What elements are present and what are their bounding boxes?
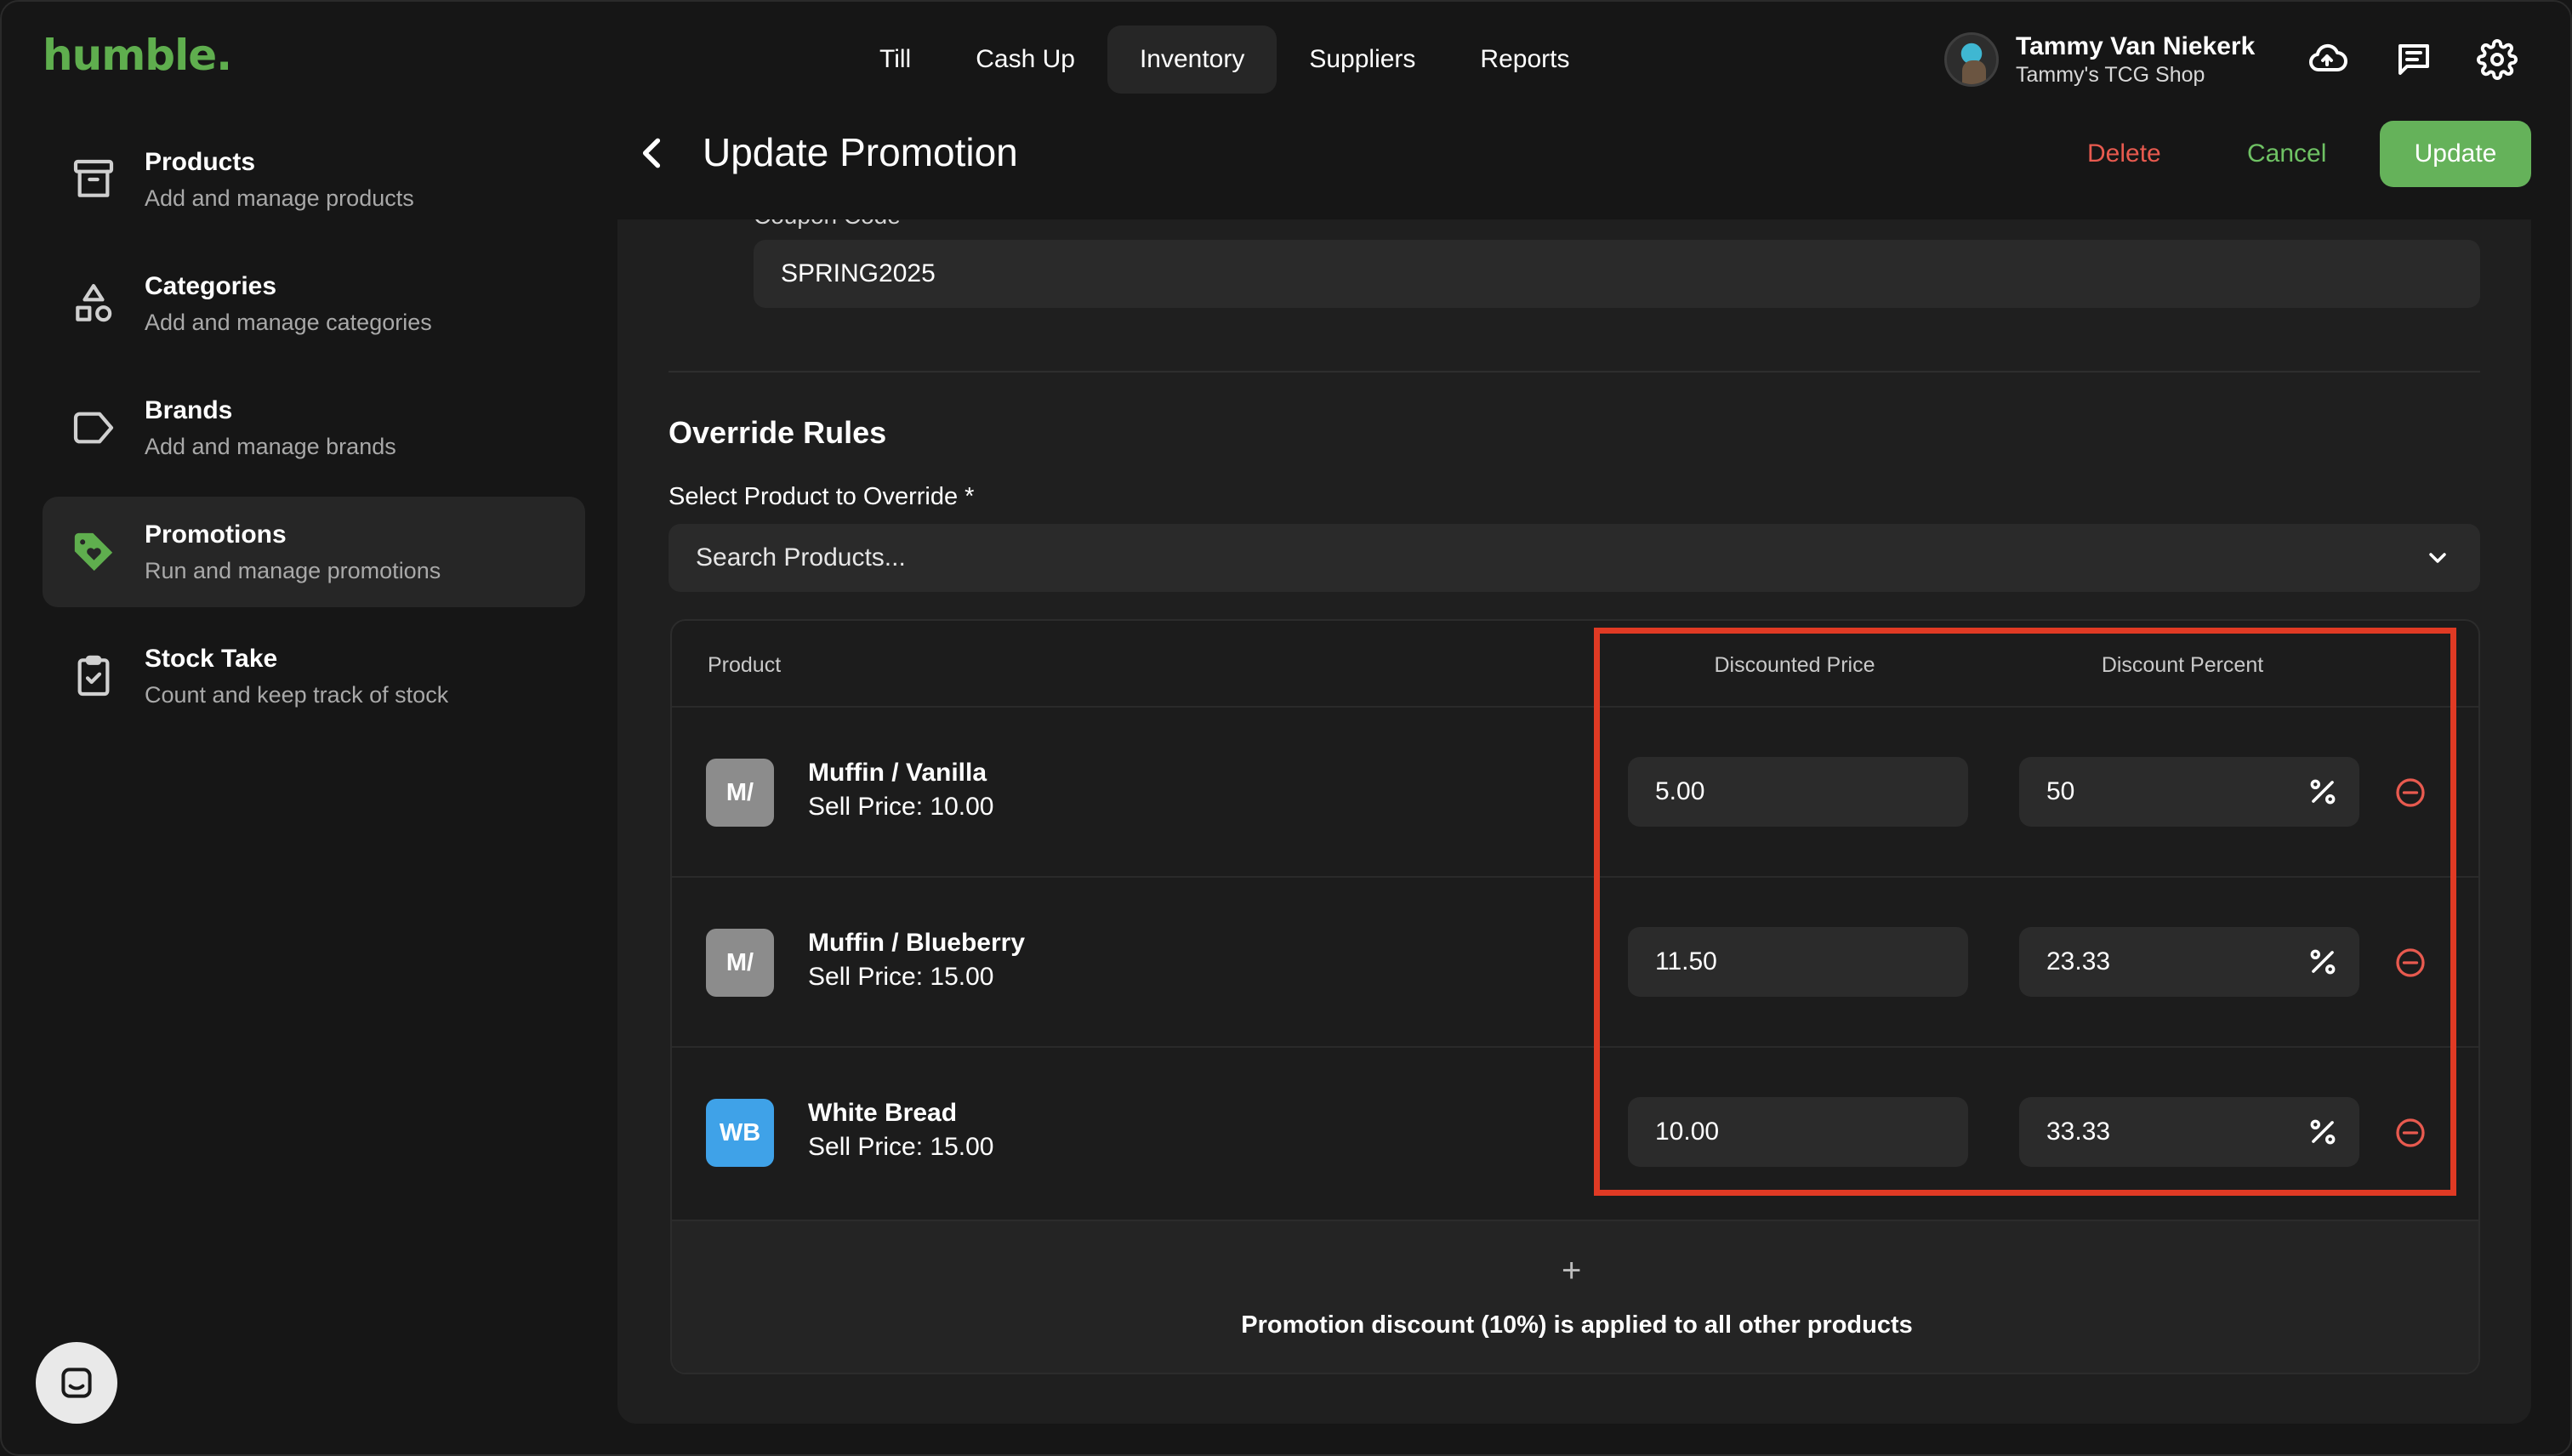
sidebar-item-stock-take[interactable]: Stock Take Count and keep track of stock bbox=[43, 621, 585, 731]
table-row: WB White Bread Sell Price: 15.00 10.00 3… bbox=[672, 1046, 2478, 1216]
remove-circle-icon[interactable] bbox=[2395, 777, 2426, 808]
override-rules-title: Override Rules bbox=[669, 415, 887, 450]
product-name: White Bread bbox=[808, 1099, 958, 1127]
product-sell-price: Sell Price: 15.00 bbox=[808, 963, 994, 991]
plus-icon[interactable]: + bbox=[1562, 1252, 1581, 1290]
product-name: Muffin / Vanilla bbox=[808, 759, 987, 787]
sidebar-item-title: Brands bbox=[145, 396, 233, 424]
sidebar-item-subtitle: Add and manage categories bbox=[145, 310, 432, 335]
sidebar-item-brands[interactable]: Brands Add and manage brands bbox=[43, 373, 585, 483]
remove-circle-icon[interactable] bbox=[2395, 947, 2426, 978]
sidebar-item-categories[interactable]: Categories Add and manage categories bbox=[43, 248, 585, 359]
tag-heart-icon bbox=[74, 532, 113, 572]
select-product-label: Select Product to Override * bbox=[669, 483, 975, 510]
cloud-upload-icon[interactable] bbox=[2307, 39, 2347, 80]
shop-name: Tammy's TCG Shop bbox=[2016, 63, 2205, 87]
remove-circle-icon[interactable] bbox=[2395, 1118, 2426, 1148]
product-badge: M/ bbox=[706, 929, 774, 997]
sidebar: Products Add and manage products Categor… bbox=[43, 124, 585, 745]
sidebar-item-subtitle: Add and manage brands bbox=[145, 434, 396, 459]
avatar bbox=[1944, 32, 1999, 87]
sidebar-item-title: Promotions bbox=[145, 520, 287, 549]
product-badge: WB bbox=[706, 1099, 774, 1167]
message-icon[interactable] bbox=[2393, 39, 2434, 80]
product-sell-price: Sell Price: 15.00 bbox=[808, 1133, 994, 1161]
sidebar-item-subtitle: Count and keep track of stock bbox=[145, 682, 449, 708]
gear-icon[interactable] bbox=[2477, 39, 2518, 80]
user-menu[interactable]: Tammy Van Niekerk Tammy's TCG Shop bbox=[1944, 31, 2255, 88]
table-row: M/ Muffin / Vanilla Sell Price: 10.00 5.… bbox=[672, 706, 2478, 876]
top-nav: Till Cash Up Inventory Suppliers Reports bbox=[847, 26, 1602, 94]
sidebar-item-title: Categories bbox=[145, 272, 277, 300]
add-override-area[interactable]: + Promotion discount (10%) is applied to… bbox=[672, 1220, 2478, 1373]
discounted-price-input[interactable]: 10.00 bbox=[1628, 1097, 1968, 1167]
override-table: Product Discounted Price Discount Percen… bbox=[670, 619, 2480, 1374]
back-arrow-icon[interactable] bbox=[636, 134, 667, 172]
app-window: humble. Till Cash Up Inventory Suppliers… bbox=[0, 0, 2572, 1456]
nav-tab-suppliers[interactable]: Suppliers bbox=[1277, 26, 1448, 94]
shapes-icon bbox=[76, 283, 112, 322]
sidebar-item-promotions[interactable]: Promotions Run and manage promotions bbox=[43, 497, 585, 607]
nav-tab-till[interactable]: Till bbox=[847, 26, 943, 94]
percent-icon bbox=[2310, 1119, 2336, 1145]
nav-tab-cash-up[interactable]: Cash Up bbox=[943, 26, 1107, 94]
product-name: Muffin / Blueberry bbox=[808, 929, 1026, 957]
nav-tab-inventory[interactable]: Inventory bbox=[1107, 26, 1277, 94]
sidebar-item-products[interactable]: Products Add and manage products bbox=[43, 124, 585, 235]
page-title: Update Promotion bbox=[703, 130, 1018, 174]
delete-button[interactable]: Delete bbox=[2087, 139, 2161, 168]
chevron-down-icon bbox=[2429, 553, 2446, 563]
discounted-price-input[interactable]: 11.50 bbox=[1628, 927, 1968, 997]
discounted-price-input[interactable]: 5.00 bbox=[1628, 757, 1968, 827]
sidebar-item-title: Products bbox=[145, 148, 256, 176]
table-row: M/ Muffin / Blueberry Sell Price: 15.00 … bbox=[672, 876, 2478, 1046]
tag-outline-icon bbox=[73, 412, 114, 444]
column-header-discounted-price-label: Discounted Price bbox=[1714, 653, 1875, 677]
product-sell-price: Sell Price: 10.00 bbox=[808, 793, 994, 821]
humble-logo[interactable]: humble. bbox=[43, 31, 232, 80]
product-search-select[interactable]: Search Products... bbox=[669, 524, 2480, 592]
cancel-button[interactable]: Cancel bbox=[2247, 139, 2326, 168]
percent-icon bbox=[2310, 949, 2336, 975]
update-button[interactable]: Update bbox=[2380, 121, 2531, 187]
product-badge: M/ bbox=[706, 759, 774, 827]
chat-icon bbox=[61, 1368, 92, 1398]
archive-box-icon bbox=[73, 159, 114, 197]
sidebar-item-subtitle: Run and manage promotions bbox=[145, 558, 441, 583]
promotion-note: Promotion discount (10%) is applied to a… bbox=[1241, 1311, 1913, 1339]
chat-launcher[interactable] bbox=[36, 1342, 117, 1424]
coupon-code-input[interactable]: SPRING2025 bbox=[754, 240, 2480, 308]
section-divider bbox=[669, 371, 2480, 373]
select-placeholder: Search Products... bbox=[696, 543, 906, 572]
nav-tab-reports[interactable]: Reports bbox=[1448, 26, 1602, 94]
sidebar-item-subtitle: Add and manage products bbox=[145, 185, 414, 211]
column-header-discount-percent-label: Discount Percent bbox=[2101, 653, 2264, 677]
sidebar-item-title: Stock Take bbox=[145, 645, 278, 673]
clipboard-check-icon bbox=[77, 655, 110, 697]
user-name: Tammy Van Niekerk bbox=[2016, 32, 2256, 60]
column-header-product: Product bbox=[708, 653, 782, 677]
percent-icon bbox=[2310, 779, 2336, 805]
